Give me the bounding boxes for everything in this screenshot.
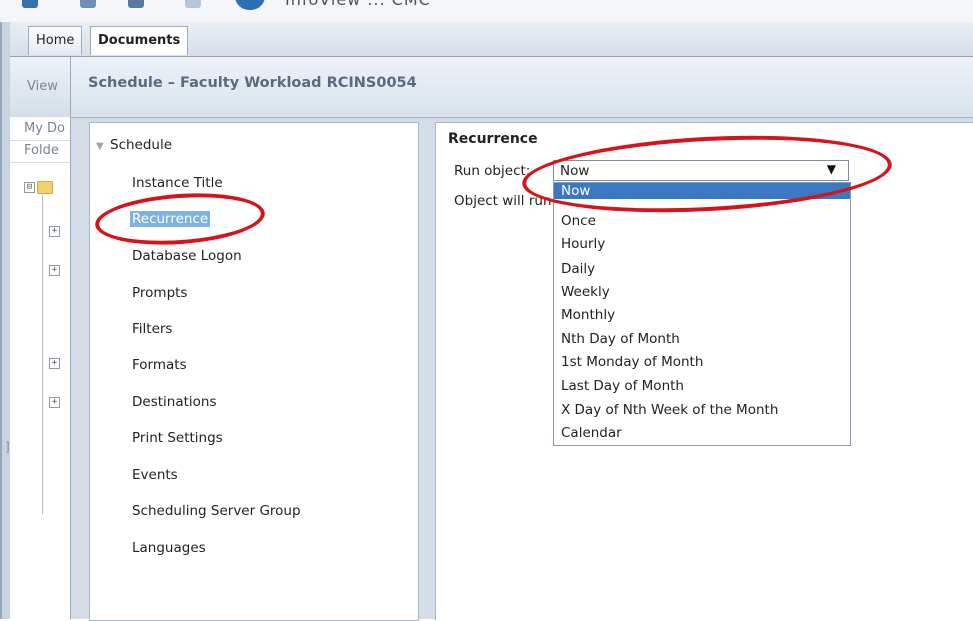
- nav-item-filters[interactable]: Filters: [132, 321, 172, 337]
- nav-item-destinations[interactable]: Destinations: [132, 394, 217, 410]
- expand-icon[interactable]: +: [49, 358, 60, 369]
- collapse-triangle-icon[interactable]: ▼: [96, 141, 106, 152]
- option-last-day-of-month[interactable]: Last Day of Month: [554, 375, 850, 398]
- tree-line: [42, 194, 43, 514]
- option-once[interactable]: Once: [554, 210, 850, 233]
- tab-bar: Home Documents: [10, 22, 973, 57]
- run-object-select[interactable]: Now ▼: [553, 160, 849, 181]
- schedule-header: Schedule – Faculty Workload RCINS0054: [71, 57, 973, 118]
- app-title: InfoView ... CMC: [285, 0, 431, 9]
- back-icon[interactable]: [22, 0, 38, 8]
- run-object-label: Run object:: [454, 163, 531, 179]
- option-x-day-of-nth-week[interactable]: X Day of Nth Week of the Month: [554, 399, 850, 422]
- view-label: View: [27, 79, 58, 94]
- option-daily[interactable]: Daily: [554, 258, 850, 281]
- folders-item[interactable]: Folde: [24, 141, 70, 161]
- refresh-icon[interactable]: [80, 0, 96, 8]
- nav-item-recurrence[interactable]: Recurrence: [130, 211, 211, 227]
- nav-root-label: Schedule: [110, 137, 173, 153]
- folder-icon: [37, 181, 53, 194]
- app-logo-icon: [235, 0, 265, 10]
- nav-item-languages[interactable]: Languages: [132, 540, 206, 556]
- nav-item-prompts[interactable]: Prompts: [132, 285, 187, 301]
- run-object-selected-value: Now: [560, 163, 590, 179]
- expand-icon[interactable]: +: [49, 265, 60, 276]
- nav-item-scheduling-server-group[interactable]: Scheduling Server Group: [132, 503, 301, 519]
- nav-item-instance-title[interactable]: Instance Title: [132, 175, 223, 191]
- documents-tree: My Do Folde ⊟ + + + +: [10, 117, 70, 619]
- expand-icon[interactable]: +: [49, 397, 60, 408]
- collapse-icon[interactable]: ⊟: [24, 182, 35, 193]
- left-edge-border: [0, 22, 2, 619]
- run-object-dropdown: Now Once Hourly Daily Weekly Monthly Nth…: [553, 182, 851, 446]
- my-documents-item[interactable]: My Do: [24, 119, 70, 139]
- option-now[interactable]: Now: [554, 183, 850, 199]
- nav-root-schedule[interactable]: ▼ Schedule: [96, 137, 172, 153]
- documents-panel: View My Do Folde ⊟ + + + +: [10, 57, 71, 619]
- page-title: Schedule – Faculty Workload RCINS0054: [88, 75, 417, 91]
- schedule-nav-panel: ▼ Schedule Instance Title Recurrence Data…: [89, 122, 419, 621]
- object-will-run-label: Object will run: [454, 193, 552, 209]
- view-menu[interactable]: View: [10, 57, 70, 118]
- nav-item-print-settings[interactable]: Print Settings: [132, 430, 223, 446]
- recurrence-title: Recurrence: [448, 131, 538, 147]
- nav-icon[interactable]: [128, 0, 144, 8]
- tab-home[interactable]: Home: [28, 26, 83, 55]
- chevron-down-icon[interactable]: ▼: [827, 162, 836, 176]
- option-calendar[interactable]: Calendar: [554, 422, 850, 445]
- nav-item-events[interactable]: Events: [132, 467, 178, 483]
- option-monthly[interactable]: Monthly: [554, 304, 850, 327]
- nav-item-database-logon[interactable]: Database Logon: [132, 248, 242, 264]
- nav-item-formats[interactable]: Formats: [132, 357, 187, 373]
- option-nth-day-of-month[interactable]: Nth Day of Month: [554, 328, 850, 351]
- splitter-handle[interactable]: ]: [5, 440, 10, 454]
- doc-icon[interactable]: [185, 0, 201, 8]
- option-1st-monday-of-month[interactable]: 1st Monday of Month: [554, 351, 850, 374]
- divider: [10, 162, 70, 163]
- expand-icon[interactable]: +: [49, 226, 60, 237]
- top-toolbar: InfoView ... CMC: [0, 0, 973, 22]
- tab-documents[interactable]: Documents: [90, 26, 189, 55]
- option-weekly[interactable]: Weekly: [554, 281, 850, 304]
- option-hourly[interactable]: Hourly: [554, 233, 850, 256]
